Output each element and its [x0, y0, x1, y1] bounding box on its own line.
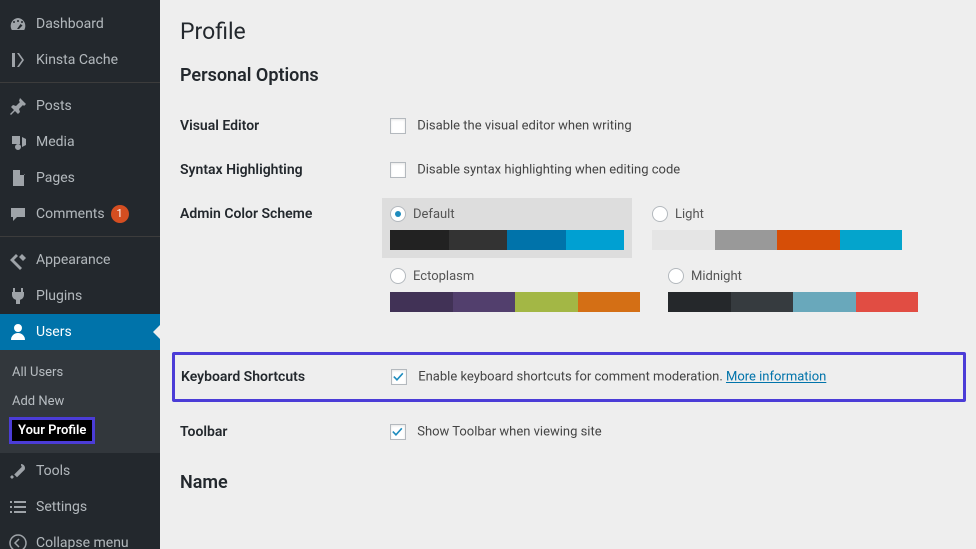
color-scheme-label: Admin Color Scheme — [180, 192, 380, 344]
sidebar-item-label: Tools — [36, 463, 70, 479]
swatches-default — [390, 230, 624, 250]
syntax-label: Syntax Highlighting — [180, 148, 380, 192]
keyboard-checkbox[interactable] — [391, 369, 407, 385]
kinsta-icon — [8, 50, 28, 70]
submenu-add-new[interactable]: Add New — [0, 387, 160, 416]
toolbar-text[interactable]: Show Toolbar when viewing site — [417, 425, 601, 440]
visual-editor-checkbox[interactable] — [390, 118, 406, 134]
sidebar-item-label: Kinsta Cache — [36, 52, 118, 68]
comments-icon — [8, 204, 28, 224]
comments-badge: 1 — [111, 205, 129, 223]
sidebar-item-settings[interactable]: Settings — [0, 489, 160, 525]
sidebar-item-label: Media — [36, 134, 75, 150]
sidebar-item-kinsta[interactable]: Kinsta Cache — [0, 42, 160, 78]
users-submenu: All Users Add New Your Profile — [0, 350, 160, 453]
swatches-light — [652, 230, 902, 250]
sidebar-item-users[interactable]: Users — [0, 314, 160, 350]
sidebar-item-dashboard[interactable]: Dashboard — [0, 6, 160, 42]
sidebar-item-collapse[interactable]: Collapse menu — [0, 525, 160, 549]
sidebar-item-media[interactable]: Media — [0, 124, 160, 160]
toolbar-label: Toolbar — [180, 410, 380, 454]
pages-icon — [8, 168, 28, 188]
submenu-all-users[interactable]: All Users — [0, 358, 160, 387]
media-icon — [8, 132, 28, 152]
visual-editor-text[interactable]: Disable the visual editor when writing — [417, 119, 631, 134]
appearance-icon — [8, 250, 28, 270]
keyboard-text[interactable]: Enable keyboard shortcuts for comment mo… — [418, 370, 826, 385]
sidebar-item-label: Pages — [36, 170, 75, 186]
sidebar-item-appearance[interactable]: Appearance — [0, 236, 160, 278]
sidebar-item-label: Dashboard — [36, 16, 104, 32]
swatches-midnight — [668, 292, 918, 312]
radio-default[interactable] — [390, 206, 406, 222]
sidebar-item-label: Plugins — [36, 288, 82, 304]
collapse-icon — [8, 533, 28, 549]
section-heading-personal: Personal Options — [180, 65, 956, 86]
sidebar-item-pages[interactable]: Pages — [0, 160, 160, 196]
syntax-text[interactable]: Disable syntax highlighting when editing… — [417, 163, 680, 178]
pin-icon — [8, 96, 28, 116]
scheme-light[interactable]: Light — [652, 206, 902, 250]
sidebar-item-plugins[interactable]: Plugins — [0, 278, 160, 314]
swatches-ectoplasm — [390, 292, 640, 312]
sidebar-item-label: Appearance — [36, 252, 110, 268]
sidebar-item-label: Users — [36, 324, 72, 340]
sidebar-item-comments[interactable]: Comments 1 — [0, 196, 160, 232]
section-heading-name: Name — [180, 472, 956, 493]
sidebar-item-label: Collapse menu — [36, 535, 129, 549]
page-title: Profile — [180, 18, 956, 45]
keyboard-shortcuts-highlight: Keyboard Shortcuts Enable keyboard short… — [172, 352, 966, 402]
main-content: Profile Personal Options Visual Editor D… — [160, 0, 976, 549]
sidebar-item-label: Posts — [36, 98, 72, 114]
sidebar-item-label: Comments — [36, 206, 105, 222]
keyboard-more-link[interactable]: More information — [726, 370, 826, 385]
keyboard-label: Keyboard Shortcuts — [181, 365, 381, 389]
admin-sidebar: Dashboard Kinsta Cache Posts Media Pages… — [0, 0, 160, 549]
sidebar-item-posts[interactable]: Posts — [0, 82, 160, 124]
dashboard-icon — [8, 14, 28, 34]
users-icon — [8, 322, 28, 342]
syntax-checkbox[interactable] — [390, 162, 406, 178]
radio-ectoplasm[interactable] — [390, 268, 406, 284]
sidebar-item-label: Settings — [36, 499, 87, 515]
toolbar-checkbox[interactable] — [390, 424, 406, 440]
scheme-ectoplasm[interactable]: Ectoplasm — [390, 268, 640, 312]
radio-midnight[interactable] — [668, 268, 684, 284]
scheme-default[interactable]: Default — [382, 198, 632, 258]
submenu-your-profile[interactable]: Your Profile — [0, 416, 160, 445]
tools-icon — [8, 461, 28, 481]
sidebar-item-tools[interactable]: Tools — [0, 453, 160, 489]
plugins-icon — [8, 286, 28, 306]
scheme-midnight[interactable]: Midnight — [668, 268, 918, 312]
visual-editor-label: Visual Editor — [180, 104, 380, 148]
settings-icon — [8, 497, 28, 517]
radio-light[interactable] — [652, 206, 668, 222]
